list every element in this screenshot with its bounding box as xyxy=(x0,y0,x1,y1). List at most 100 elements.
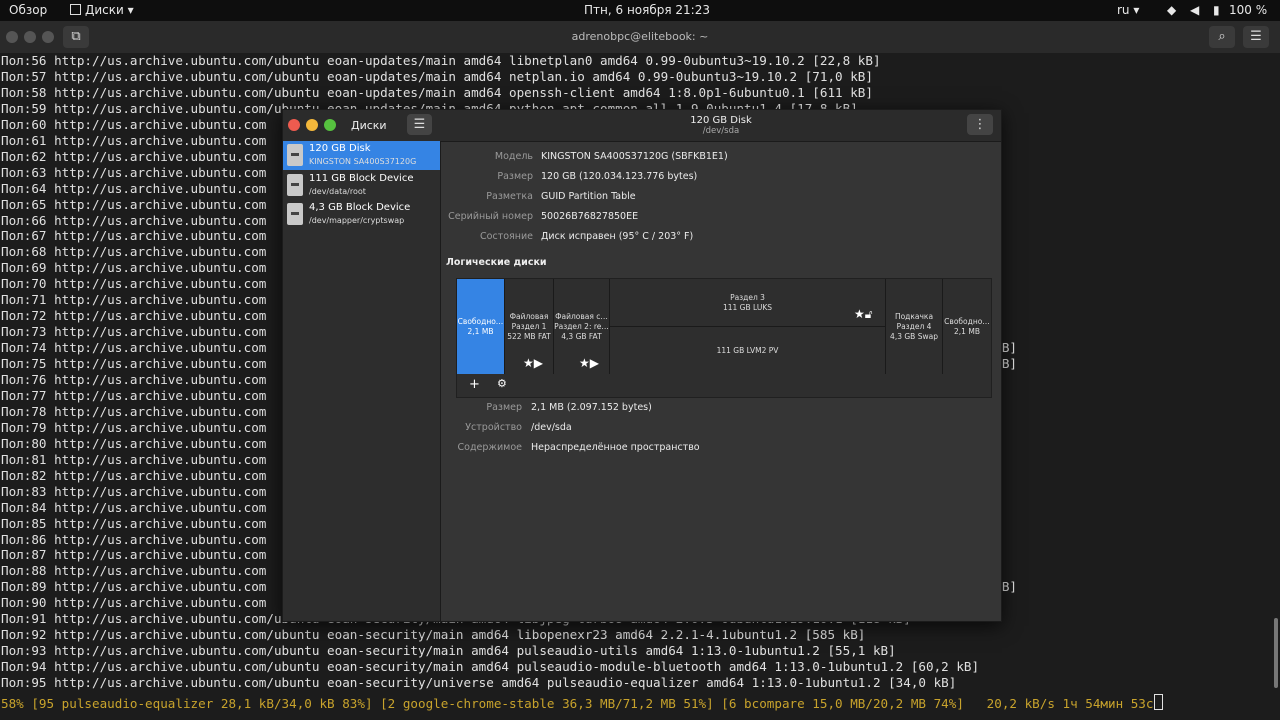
search-icon[interactable]: ⌕ xyxy=(1209,26,1235,48)
volume-partition: Раздел 1 xyxy=(511,322,547,331)
terminal-title: adrenobpc@elitebook: ~ xyxy=(571,30,709,43)
disk-title: 120 GB Disk /dev/sda xyxy=(443,115,999,137)
size-label: Размер xyxy=(497,171,533,182)
clock[interactable]: Птн, 6 ноября 21:23 xyxy=(584,3,710,17)
terminal-line: Пол:62 http://us.archive.ubuntu.com xyxy=(1,148,267,164)
progress-text: 58% [95 pulseaudio-equalizer 28,1 kB/34,… xyxy=(1,696,1154,711)
language-indicator[interactable]: ru ▾ xyxy=(1117,3,1139,17)
terminal-scrollbar[interactable] xyxy=(1274,618,1278,688)
device-value: /dev/sda xyxy=(531,422,572,433)
text-cursor xyxy=(1154,694,1164,710)
volume-partition-3[interactable]: Раздел 3 111 GB LUKS ★🔓︎ xyxy=(610,279,886,327)
device-sidebar: 120 GB Disk KINGSTON SA400S37120G 111 GB… xyxy=(283,141,441,621)
block-device-icon xyxy=(287,174,303,196)
device-name: 111 GB Block Device xyxy=(309,173,414,184)
minimize-icon[interactable] xyxy=(306,119,318,131)
device-item-4gb[interactable]: 4,3 GB Block Device /dev/mapper/cryptswa… xyxy=(283,200,440,229)
health-value: Диск исправен (95° C / 203° F) xyxy=(541,231,694,242)
volume-toolbar: + ⚙ xyxy=(457,375,991,397)
terminal-line: Пол:81 http://us.archive.ubuntu.com xyxy=(1,451,267,467)
battery-icon[interactable]: ▮ xyxy=(1213,3,1220,17)
terminal-line: Пол:85 http://us.archive.ubuntu.com xyxy=(1,515,267,531)
volume-size: 111 GB LUKS xyxy=(722,303,772,312)
serial-label: Серийный номер xyxy=(448,211,533,222)
volume-size: 2,1 MB xyxy=(954,327,980,336)
terminal-line: Пол:86 http://us.archive.ubuntu.com xyxy=(1,531,267,547)
star-unlock-icon: ★🔓︎ xyxy=(854,307,873,321)
terminal-line: Пол:61 http://us.archive.ubuntu.com xyxy=(1,132,267,148)
gears-icon[interactable]: ⚙ xyxy=(497,377,507,390)
volume-label: Свободно… xyxy=(944,317,990,326)
volume-size: 4,3 GB Swap xyxy=(890,332,938,341)
partitioning-label: Разметка xyxy=(486,191,533,202)
health-label: Состояние xyxy=(480,231,533,242)
terminal-line: Пол:77 http://us.archive.ubuntu.com xyxy=(1,387,267,403)
volumes-map: Свободно… 2,1 MB Файловая … Раздел 1 522… xyxy=(456,278,992,398)
volume-swap[interactable]: Подкачка Раздел 4 4,3 GB Swap xyxy=(886,279,943,374)
app-title: Диски xyxy=(351,119,387,132)
close-icon[interactable] xyxy=(288,119,300,131)
terminal-line: Пол:94 http://us.archive.ubuntu.com/ubun… xyxy=(1,659,980,675)
terminal-line: Пол:64 http://us.archive.ubuntu.com xyxy=(1,180,267,196)
volume-partition-2[interactable]: Файловая с… Раздел 2: re… 4,3 GB FAT ★▶ xyxy=(554,279,610,374)
volume-size: 2,1 MB xyxy=(467,327,494,336)
terminal-line: Пол:78 http://us.archive.ubuntu.com xyxy=(1,403,267,419)
disks-app-icon xyxy=(70,4,81,15)
disks-window: Диски ☰ 120 GB Disk /dev/sda ⋮ 120 GB Di… xyxy=(282,109,1002,622)
disk-title-name: 120 GB Disk xyxy=(690,115,752,126)
kebab-menu-icon[interactable]: ⋮ xyxy=(967,114,993,135)
terminal-line: Пол:56 http://us.archive.ubuntu.com/ubun… xyxy=(1,53,881,68)
terminal-line: Пол:80 http://us.archive.ubuntu.com xyxy=(1,435,267,451)
volume-label: Раздел 3 xyxy=(730,293,765,302)
terminal-line: Пол:57 http://us.archive.ubuntu.com/ubun… xyxy=(1,68,873,84)
volumes-heading: Логические диски xyxy=(446,257,547,268)
block-device-icon xyxy=(287,203,303,225)
device-name: 4,3 GB Block Device xyxy=(309,202,411,213)
star-play-icon: ★▶ xyxy=(523,356,543,370)
activities-button[interactable]: Обзор xyxy=(9,3,47,17)
model-value: KINGSTON SA400S37120G (SBFKB1E1) xyxy=(541,151,728,162)
terminal-line: Пол:95 http://us.archive.ubuntu.com/ubun… xyxy=(1,675,957,691)
device-subtitle: /dev/mapper/cryptswap xyxy=(309,216,405,225)
add-partition-icon[interactable]: + xyxy=(469,377,480,392)
volume-label: 111 GB LVM2 PV xyxy=(716,346,779,355)
volume-partition: Раздел 4 xyxy=(896,322,932,331)
terminal-line: Пол:63 http://us.archive.ubuntu.com xyxy=(1,164,267,180)
terminal-line: Пол:82 http://us.archive.ubuntu.com xyxy=(1,467,267,483)
volume-partition: Раздел 2: re… xyxy=(554,322,609,331)
device-label: Устройство xyxy=(465,422,522,433)
volume-label: Подкачка xyxy=(894,312,934,321)
size-value: 120 GB (120.034.123.776 bytes) xyxy=(541,171,698,182)
device-subtitle: KINGSTON SA400S37120G xyxy=(309,157,417,166)
top-bar: Обзор Диски ▾ Птн, 6 ноября 21:23 ru ▾ ◆… xyxy=(0,0,1280,21)
volume-label: Свободно… xyxy=(457,317,504,326)
disks-headerbar: Диски ☰ 120 GB Disk /dev/sda ⋮ xyxy=(283,110,1001,142)
volume-partition-1[interactable]: Файловая … Раздел 1 522 MB FAT ★▶ xyxy=(505,279,554,374)
terminal-line: Пол:92 http://us.archive.ubuntu.com/ubun… xyxy=(1,627,866,643)
partitioning-value: GUID Partition Table xyxy=(541,191,636,202)
wifi-icon[interactable]: ◆ xyxy=(1167,3,1176,17)
hard-disk-icon xyxy=(287,144,303,166)
device-item-120gb[interactable]: 120 GB Disk KINGSTON SA400S37120G xyxy=(283,141,440,170)
menu-icon[interactable]: ☰ xyxy=(1243,26,1269,48)
terminal-headerbar: ⧉ adrenobpc@elitebook: ~ ⌕ ☰ xyxy=(0,21,1280,54)
app-menu[interactable]: Диски ▾ xyxy=(70,3,134,17)
device-name: 120 GB Disk xyxy=(309,143,371,154)
contents-value: Нераспределённое пространство xyxy=(531,442,700,453)
terminal-line: Пол:79 http://us.archive.ubuntu.com xyxy=(1,419,267,435)
model-label: Модель xyxy=(494,151,533,162)
volume-label: Файловая с… xyxy=(555,312,608,321)
serial-value: 50026B76827850EE xyxy=(541,211,639,222)
device-item-111gb[interactable]: 111 GB Block Device /dev/data/root xyxy=(283,171,440,200)
terminal-line: Пол:87 http://us.archive.ubuntu.com xyxy=(1,547,267,563)
terminal-line: Пол:83 http://us.archive.ubuntu.com xyxy=(1,483,267,499)
volume-free-space-2[interactable]: Свободно… 2,1 MB xyxy=(943,279,991,374)
volume-icon[interactable]: ◀ xyxy=(1190,3,1199,17)
app-menu-label: Диски ▾ xyxy=(85,3,134,17)
device-subtitle: /dev/data/root xyxy=(309,187,366,196)
volume-free-space-1[interactable]: Свободно… 2,1 MB xyxy=(457,279,505,374)
apt-progress-line: 58% [95 pulseaudio-equalizer 28,1 kB/34,… xyxy=(1,694,1164,712)
volume-lvm-pv[interactable]: 111 GB LVM2 PV xyxy=(610,327,886,374)
maximize-icon[interactable] xyxy=(324,119,336,131)
hamburger-menu-icon[interactable]: ☰ xyxy=(407,114,432,135)
